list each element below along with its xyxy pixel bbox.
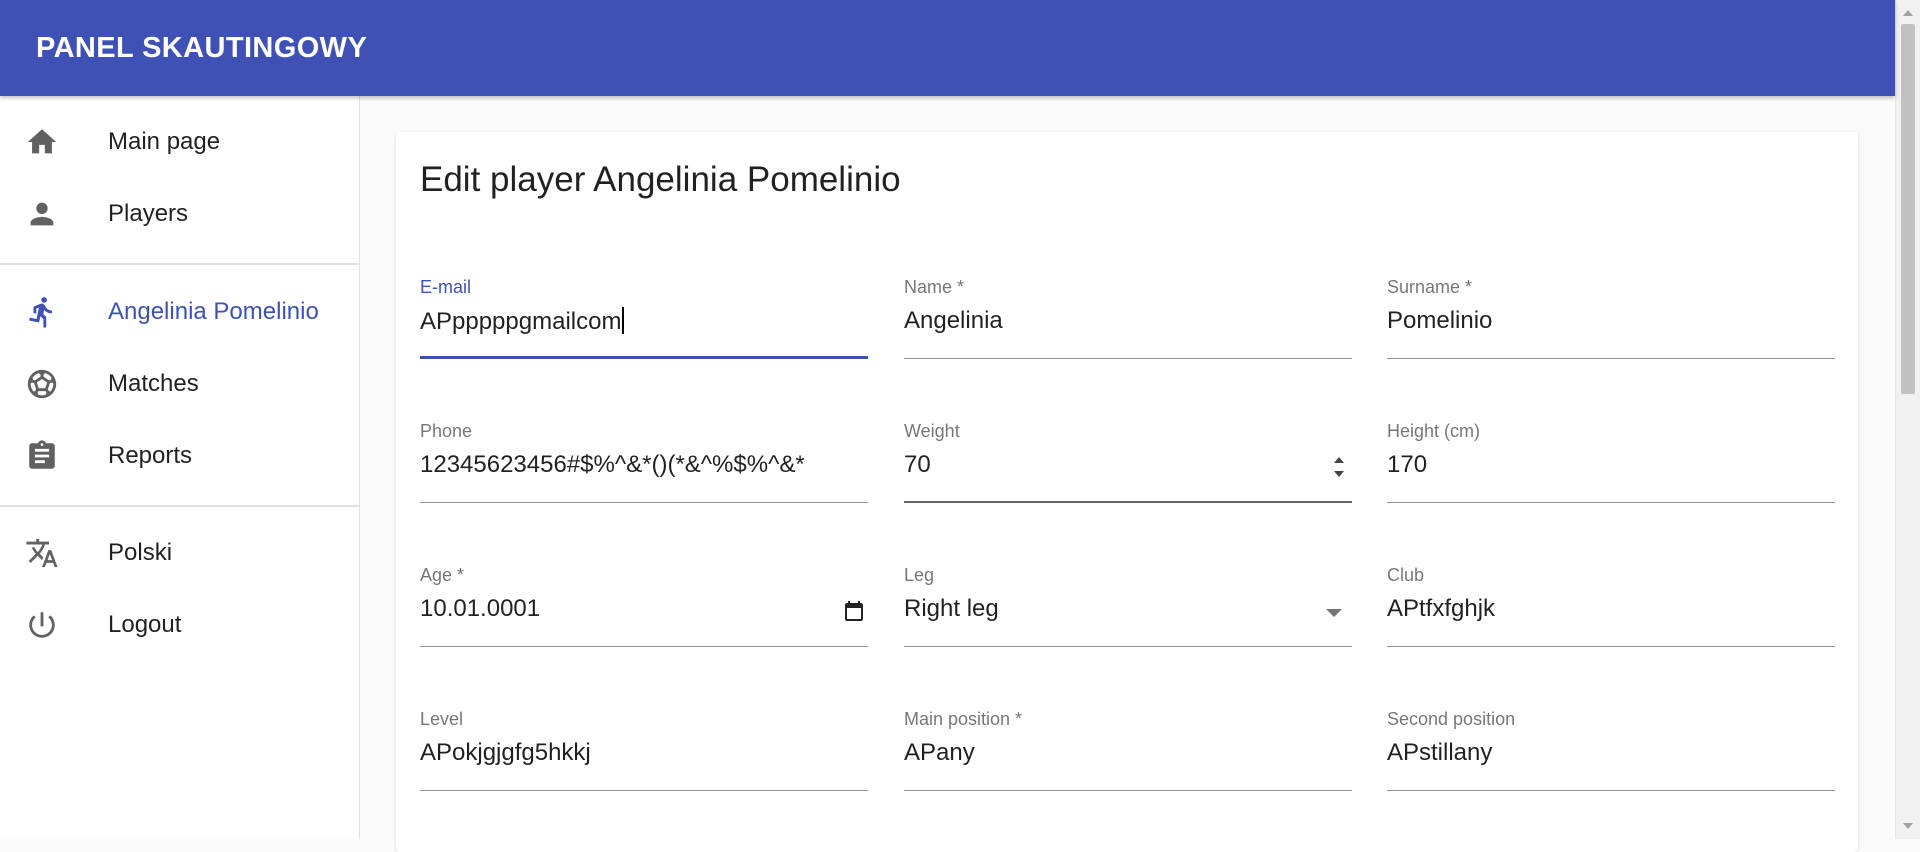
club-input[interactable]: APtfxfghjk	[1387, 595, 1495, 623]
email-value: APpppppgmailcom	[420, 308, 622, 335]
email-input[interactable]: APpppppgmailcom	[420, 307, 625, 336]
phone-underline	[420, 502, 868, 503]
surname-underline	[1387, 358, 1835, 359]
email-field[interactable]: E-mail APpppppgmailcom	[420, 277, 868, 359]
age-field[interactable]: Age * 10.01.0001	[420, 565, 868, 647]
app-title: PANEL SKAUTINGOWY	[36, 31, 368, 64]
surname-field[interactable]: Surname * Pomelinio	[1387, 277, 1835, 359]
sidebar-item-label: Polski	[108, 539, 173, 566]
email-label: E-mail	[420, 277, 472, 297]
calendar-icon[interactable]	[842, 599, 866, 623]
spinner-up-icon[interactable]	[1334, 457, 1344, 463]
sidebar-item-logout[interactable]: Logout	[0, 589, 359, 661]
power-icon	[24, 607, 60, 643]
height-field[interactable]: Height (cm) 170	[1387, 421, 1835, 503]
sidebar-item-label: Angelinia Pomelinio	[108, 298, 319, 325]
level-underline	[420, 790, 868, 791]
leg-field[interactable]: Leg Right leg	[904, 565, 1352, 647]
sidebar-item-players[interactable]: Players	[0, 178, 359, 250]
running-icon	[24, 294, 60, 330]
sidebar-item-label: Players	[108, 200, 189, 227]
chevron-down-icon[interactable]	[1326, 609, 1342, 617]
second-position-field[interactable]: Second position APstillany	[1387, 709, 1835, 791]
text-caret	[622, 307, 625, 334]
weight-field[interactable]: Weight 70	[904, 421, 1352, 503]
sidebar-item-player-detail[interactable]: Angelinia Pomelinio	[0, 276, 359, 348]
weight-underline	[904, 501, 1352, 503]
level-label: Level	[420, 709, 464, 729]
translate-icon	[24, 535, 60, 571]
sidebar-item-reports[interactable]: Reports	[0, 420, 359, 492]
page-title: Edit player Angelinia Pomelinio	[420, 160, 901, 199]
name-label: Name *	[904, 277, 965, 297]
leg-label: Leg	[904, 565, 935, 585]
leg-select[interactable]: Right leg	[904, 595, 999, 623]
person-icon	[24, 196, 60, 232]
weight-label: Weight	[904, 421, 960, 441]
club-field[interactable]: Club APtfxfghjk	[1387, 565, 1835, 647]
age-date-input[interactable]: 10.01.0001	[420, 595, 540, 623]
age-label: Age *	[420, 565, 465, 585]
surname-input[interactable]: Pomelinio	[1387, 307, 1492, 335]
home-icon	[24, 124, 60, 160]
app-bar: PANEL SKAUTINGOWY	[0, 0, 1895, 96]
name-underline	[904, 358, 1352, 359]
second-position-label: Second position	[1387, 709, 1516, 729]
surname-label: Surname *	[1387, 277, 1473, 297]
leg-underline	[904, 646, 1352, 647]
height-underline	[1387, 502, 1835, 503]
sidebar-item-label: Matches	[108, 370, 199, 397]
phone-input[interactable]: 12345623456#$%^&*()(*&^%$%^&*	[420, 451, 805, 479]
phone-field[interactable]: Phone 12345623456#$%^&*()(*&^%$%^&*	[420, 421, 868, 503]
club-underline	[1387, 646, 1835, 647]
clipboard-icon	[24, 438, 60, 474]
phone-label: Phone	[420, 421, 473, 441]
spinner-down-icon[interactable]	[1334, 471, 1344, 477]
page-scrollbar[interactable]	[1895, 0, 1920, 839]
club-label: Club	[1387, 565, 1425, 585]
sidebar-item-language[interactable]: Polski	[0, 517, 359, 589]
level-field[interactable]: Level APokjgjgfg5hkkj	[420, 709, 868, 791]
sidebar-divider	[0, 263, 359, 265]
scroll-down-icon[interactable]	[1903, 823, 1913, 829]
main-position-label: Main position *	[904, 709, 1023, 729]
weight-input[interactable]: 70	[904, 451, 931, 479]
scrollbar-thumb[interactable]	[1901, 24, 1915, 394]
email-underline	[420, 356, 868, 359]
number-spinner[interactable]	[1332, 454, 1346, 480]
age-underline	[420, 646, 868, 647]
main-position-input[interactable]: APany	[904, 739, 975, 767]
sidebar-item-main-page[interactable]: Main page	[0, 106, 359, 178]
edit-player-card: Edit player Angelinia Pomelinio E-mail A…	[396, 132, 1858, 852]
second-position-input[interactable]: APstillany	[1387, 739, 1492, 767]
sidebar-item-label: Reports	[108, 442, 193, 469]
sidebar-item-label: Main page	[108, 128, 221, 155]
main-position-field[interactable]: Main position * APany	[904, 709, 1352, 791]
main-position-underline	[904, 790, 1352, 791]
second-position-underline	[1387, 790, 1835, 791]
scroll-up-icon[interactable]	[1903, 10, 1913, 16]
height-label: Height (cm)	[1387, 421, 1481, 441]
level-input[interactable]: APokjgjgfg5hkkj	[420, 739, 591, 767]
sidebar-item-label: Logout	[108, 611, 182, 638]
height-input[interactable]: 170	[1387, 451, 1427, 479]
sidebar: Main page Players Angelinia Pomelinio Ma…	[0, 96, 360, 839]
name-input[interactable]: Angelinia	[904, 307, 1003, 335]
sidebar-item-matches[interactable]: Matches	[0, 348, 359, 420]
name-field[interactable]: Name * Angelinia	[904, 277, 1352, 359]
sidebar-divider	[0, 505, 359, 507]
soccer-ball-icon	[24, 366, 60, 402]
